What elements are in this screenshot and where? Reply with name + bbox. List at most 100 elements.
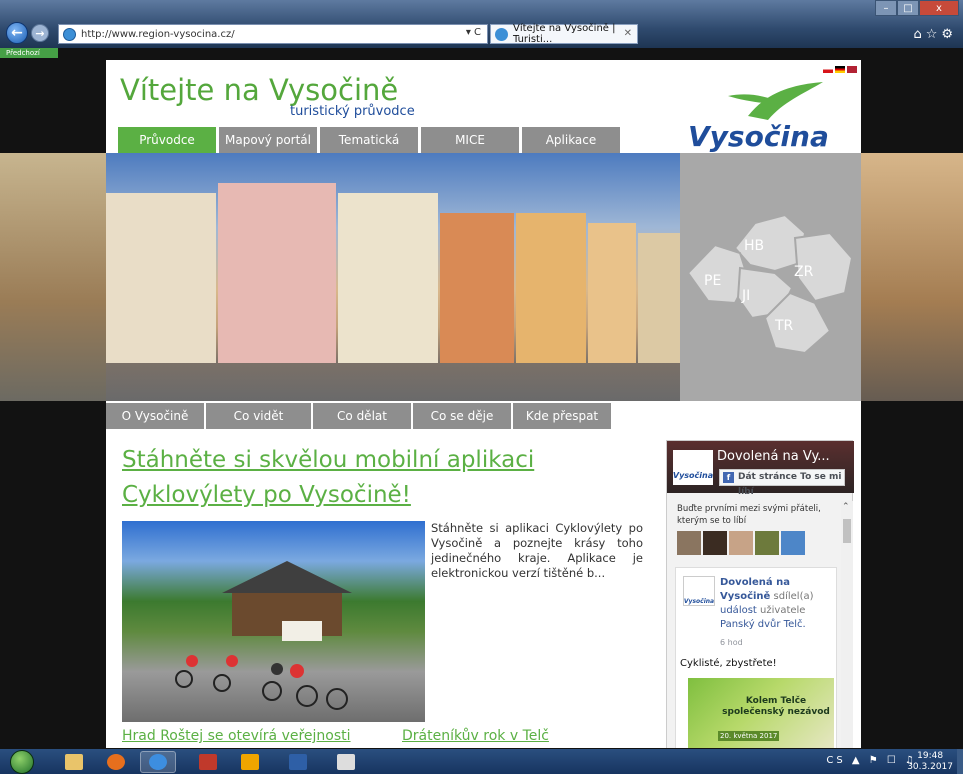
building-facade xyxy=(638,233,680,363)
search-icon[interactable]: ⚲ xyxy=(812,406,834,428)
refresh-icon[interactable]: ▾ C xyxy=(466,27,481,38)
word-icon xyxy=(337,754,355,770)
main-menu: Průvodce Mapový portál Tematická nabídka… xyxy=(118,127,622,173)
menu-item-pruvodce[interactable]: Průvodce xyxy=(118,127,218,153)
flag-de-icon[interactable] xyxy=(835,66,845,73)
fb-like-label: Dát stránce To se mi líbí xyxy=(738,472,842,497)
browser-tab[interactable]: Vítejte na Vysočině | Turisti... ✕ xyxy=(490,23,638,45)
url-text: http://www.region-vysocina.cz/ xyxy=(81,28,235,40)
show-desktop-button[interactable] xyxy=(957,749,963,774)
tab-favicon-icon xyxy=(495,28,508,41)
fb-post-action: sdílel(a) xyxy=(773,591,814,602)
building-facade xyxy=(106,193,216,363)
facebook-icon: f xyxy=(723,472,734,483)
fb-post-time[interactable]: 6 hod xyxy=(720,638,743,647)
vysocina-logo[interactable]: Vysočina xyxy=(688,80,829,153)
clock[interactable]: 19:48 30.3.2017 xyxy=(907,751,953,773)
mail-icon xyxy=(241,754,259,770)
page-subtitle: turistický průvodce xyxy=(290,104,415,119)
region-map[interactable]: HB PE ZR JI TR xyxy=(680,153,861,401)
taskbar-outlook[interactable] xyxy=(232,751,268,773)
logo-text: Vysočina xyxy=(688,120,829,153)
fb-post-avatar[interactable]: Vysočina xyxy=(683,576,715,606)
back-button[interactable]: ← xyxy=(6,22,28,44)
address-bar[interactable]: http://www.region-vysocina.cz/ ▾ C xyxy=(58,24,488,44)
fb-post-user-label: uživatele xyxy=(760,605,806,616)
flag-en-icon[interactable] xyxy=(847,66,857,73)
fb-like-button[interactable]: f Dát stránce To se mi líbí xyxy=(719,469,845,497)
hero-image-telc-square xyxy=(106,153,680,401)
browser-chrome: – □ x ← → http://www.region-vysocina.cz/… xyxy=(0,0,963,48)
submenu-kde-prespat[interactable]: Kde přespat xyxy=(513,403,611,429)
fb-ad-date: 20. května 2017 xyxy=(718,731,780,741)
avatar[interactable] xyxy=(755,531,779,555)
fb-friends-text: Buďte prvními mezi svými přáteli, kterým… xyxy=(677,504,821,526)
news-link-dratenikuv-rok[interactable]: Dráteníkův rok v Telč xyxy=(402,728,549,744)
flag-cz-icon[interactable] xyxy=(823,66,833,73)
map-label-zr: ZR xyxy=(794,264,814,280)
building-facade xyxy=(218,183,336,363)
web-page: Vítejte na Vysočině turistický průvodce … xyxy=(106,60,861,748)
logo-swoosh-icon xyxy=(728,82,823,120)
fb-post-object[interactable]: událost xyxy=(720,605,757,616)
system-tray[interactable]: CS ▲ ⚑ ☐ ♫ xyxy=(826,755,917,766)
submenu-co-videt[interactable]: Co vidět xyxy=(206,403,311,429)
fb-post-image[interactable]: Kolem Telče společenský nezávod 20. květ… xyxy=(688,678,834,748)
avatar[interactable] xyxy=(703,531,727,555)
taskbar-internet-explorer[interactable] xyxy=(140,751,176,773)
language-flags[interactable] xyxy=(823,66,857,73)
scroll-up-icon[interactable]: ⌃ xyxy=(842,502,850,512)
fb-friends-avatars xyxy=(677,531,805,555)
menu-item-aplikace[interactable]: Aplikace xyxy=(522,127,622,153)
secondary-menu: O Vysočině Co vidět Co dělat Co se děje … xyxy=(106,403,611,429)
forward-button[interactable]: → xyxy=(31,24,49,42)
taskbar-save[interactable] xyxy=(280,751,316,773)
home-favorites-settings-icons[interactable]: ⌂☆⚙ xyxy=(913,27,957,42)
article-headline[interactable]: Stáhněte si skvělou mobilní aplikaci Cyk… xyxy=(122,443,562,513)
taskbar-acrobat[interactable] xyxy=(190,751,226,773)
background-photo-right xyxy=(861,153,963,401)
building-facade xyxy=(588,223,636,363)
start-button[interactable] xyxy=(10,750,34,774)
search-input[interactable] xyxy=(689,408,809,427)
minimize-button[interactable]: – xyxy=(875,0,897,16)
internet-explorer-icon xyxy=(149,754,167,770)
menu-item-mapovy-portal[interactable]: Mapový portál xyxy=(219,127,319,153)
fb-scrollbar[interactable]: ⌃ xyxy=(841,501,853,748)
map-label-pe: PE xyxy=(704,273,721,289)
tab-close-icon[interactable]: ✕ xyxy=(624,28,632,39)
fb-page-title[interactable]: Dovolená na Vy... xyxy=(717,449,830,464)
map-label-tr: TR xyxy=(774,318,794,334)
article-teaser: Stáhněte si aplikaci Cyklovýlety po Vyso… xyxy=(431,521,643,580)
avatar[interactable] xyxy=(729,531,753,555)
previous-tab-label[interactable]: Předchozí xyxy=(0,48,58,58)
taskbar-explorer[interactable] xyxy=(56,751,92,773)
avatar[interactable] xyxy=(781,531,805,555)
floppy-icon xyxy=(289,754,307,770)
menu-item-mice[interactable]: MICE xyxy=(421,127,521,153)
fb-page-avatar[interactable]: Vysočina xyxy=(673,450,713,485)
map-label-ji: JI xyxy=(741,288,750,304)
taskbar-word[interactable] xyxy=(328,751,364,773)
fb-header: Vysočina Dovolená na Vy... f Dát stránce … xyxy=(667,441,854,497)
facebook-widget: Vysočina Dovolená na Vy... f Dát stránce … xyxy=(666,440,854,748)
news-link-hrad-rostej[interactable]: Hrad Roštej se otevírá veřejnosti xyxy=(122,728,351,744)
submenu-o-vysocine[interactable]: O Vysočině xyxy=(106,403,204,429)
avatar[interactable] xyxy=(677,531,701,555)
building-facade xyxy=(338,193,438,363)
fb-post-header: Dovolená na Vysočině sdílel(a) událost u… xyxy=(720,576,836,632)
menu-item-tematicka-nabidka[interactable]: Tematická nabídka xyxy=(320,127,420,173)
language-indicator[interactable]: CS xyxy=(826,755,845,766)
scrollbar-thumb[interactable] xyxy=(843,519,851,543)
tab-title: Vítejte na Vysočině | Turisti... xyxy=(513,23,616,45)
page-title: Vítejte na Vysočině xyxy=(120,73,399,107)
taskbar-media-player[interactable] xyxy=(98,751,134,773)
site-favicon-icon xyxy=(63,28,76,41)
article-photo-cyclists[interactable] xyxy=(122,521,425,722)
media-player-icon xyxy=(107,754,125,770)
submenu-co-se-deje[interactable]: Co se děje xyxy=(413,403,511,429)
close-window-button[interactable]: x xyxy=(919,0,959,16)
fb-post-user[interactable]: Panský dvůr Telč. xyxy=(720,619,806,630)
maximize-button[interactable]: □ xyxy=(897,0,919,16)
submenu-co-delat[interactable]: Co dělat xyxy=(313,403,411,429)
